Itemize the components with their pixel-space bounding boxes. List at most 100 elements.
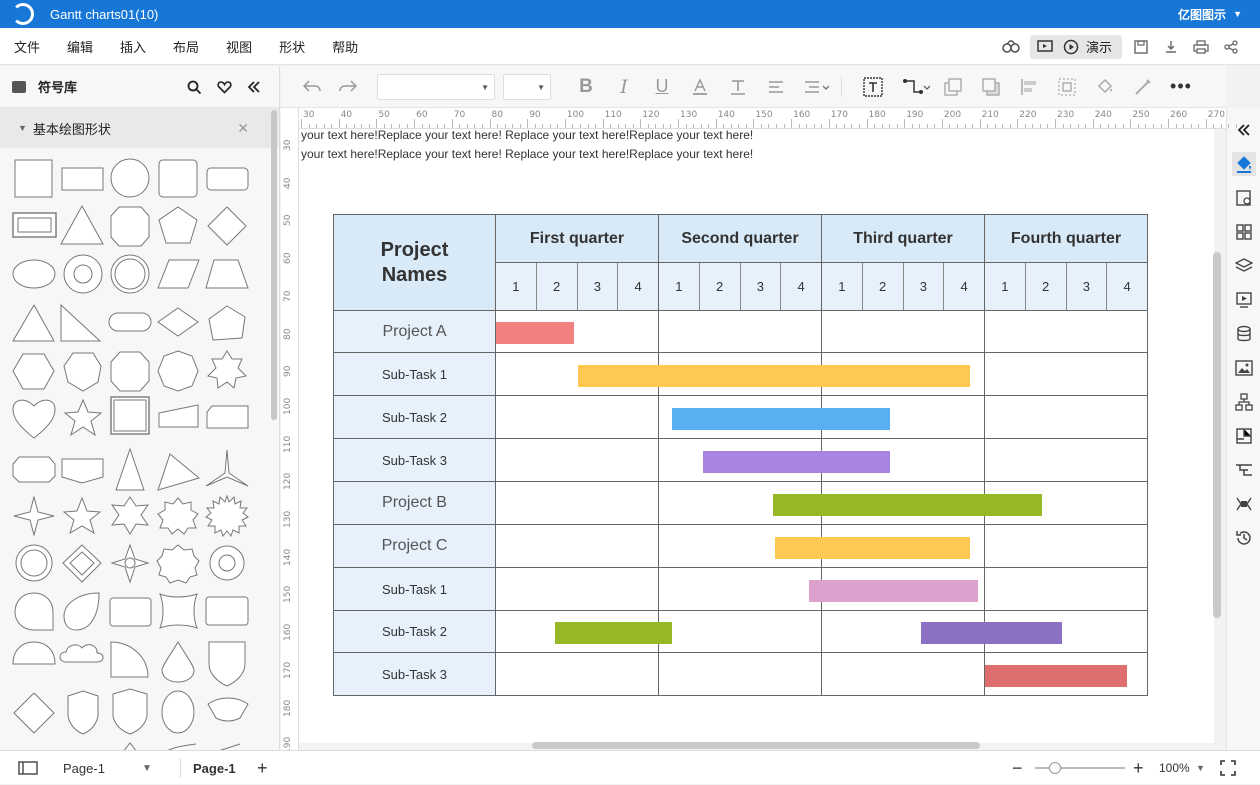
brand-menu[interactable]: 亿图图示 [1178,6,1226,23]
ruler-minor-tick [368,124,370,128]
fill-bucket-icon[interactable] [1090,72,1120,102]
shapes-grid[interactable] [10,156,260,750]
menu-shape[interactable]: 形状 [279,37,305,56]
menu-file[interactable]: 文件 [14,37,40,56]
symbols-icon[interactable] [1232,220,1256,244]
fullscreen-icon[interactable] [1220,751,1236,785]
page-select[interactable]: Page-1 [63,751,105,785]
text-block-line[interactable]: your text here!Replace your text here! R… [301,147,753,161]
presentation-icon[interactable] [1232,288,1256,312]
align-icon[interactable] [761,72,791,102]
history-icon[interactable] [1232,526,1256,550]
project-names-label: Project Names [380,238,449,286]
ruler-label: 180 [283,699,293,717]
gantt-bar[interactable] [985,664,1127,687]
text-box-icon[interactable] [858,72,888,102]
ruler-minor-tick [843,124,845,128]
image-icon[interactable] [1232,356,1256,380]
data-icon[interactable] [1232,322,1256,346]
play-circle-icon[interactable] [1060,36,1082,58]
chevron-down-icon[interactable]: ▼ [1196,751,1205,785]
vertical-scrollbar[interactable] [1213,252,1221,618]
week-header: 4 [618,263,659,311]
gantt-bar[interactable] [554,622,673,644]
panel-scrollbar[interactable] [271,110,277,420]
bold-icon[interactable]: B [571,72,601,102]
menu-layout[interactable]: 布局 [173,37,199,56]
chevron-down-icon[interactable]: ▼ [1233,9,1242,19]
underline-icon[interactable]: U [647,72,677,102]
send-back-icon[interactable] [976,72,1006,102]
bring-front-icon[interactable] [938,72,968,102]
text-format-icon[interactable] [723,72,753,102]
ruler-minor-tick [972,124,974,128]
font-size-select[interactable]: ▼ [503,73,551,100]
timeline-icon[interactable] [1232,458,1256,482]
close-icon[interactable]: ✕ [237,120,249,137]
gantt-bar[interactable] [808,579,979,602]
line-spacing-icon[interactable] [799,72,835,102]
share-icon[interactable] [1220,36,1242,58]
gantt-bar[interactable] [774,536,971,559]
save-icon[interactable] [1130,36,1152,58]
group-icon[interactable] [1052,72,1082,102]
layers-icon[interactable] [1232,254,1256,278]
menu-edit[interactable]: 编辑 [67,37,93,56]
mind-map-icon[interactable] [1232,492,1256,516]
search-icon[interactable] [183,76,205,98]
ruler-label: 100 [283,397,293,415]
collaborate-icon[interactable] [1000,36,1022,58]
slideshow-icon[interactable] [1034,36,1056,58]
gantt-bar[interactable] [703,450,891,473]
zoom-in-icon[interactable]: + [1133,751,1144,785]
gantt-bar[interactable] [773,493,1043,516]
ruler-tick [451,119,453,128]
zoom-slider[interactable] [1035,751,1125,785]
menu-help[interactable]: 帮助 [332,37,358,56]
page-setup-icon[interactable] [1232,186,1256,210]
add-page-icon[interactable]: + [257,751,268,785]
font-color-icon[interactable] [685,72,715,102]
present-button[interactable]: 演示 [1086,37,1112,56]
heart-icon[interactable] [213,76,235,98]
page-panel-icon[interactable] [18,751,38,785]
gantt-bar[interactable] [577,364,971,387]
collapse-right-icon[interactable] [1232,118,1256,142]
gantt-bar[interactable] [921,622,1062,644]
undo-icon[interactable] [297,72,327,102]
print-icon[interactable] [1190,36,1212,58]
more-icon[interactable]: ••• [1166,72,1196,102]
connector-icon[interactable] [898,72,934,102]
page-tab[interactable]: Page-1 [193,751,236,785]
zoom-out-icon[interactable]: − [1012,751,1023,785]
menu-insert[interactable]: 插入 [120,37,146,56]
gantt-bar[interactable] [672,407,891,430]
org-chart-icon[interactable] [1232,390,1256,414]
collapse-left-icon[interactable] [243,76,265,98]
redo-icon[interactable] [333,72,363,102]
basic-shapes-section[interactable]: ▼ 基本绘图形状 ✕ [0,108,279,148]
caret-down-icon[interactable]: ▼ [18,123,27,133]
font-family-select[interactable]: ▼ [377,73,495,100]
download-icon[interactable] [1160,36,1182,58]
ruler-label: 90 [283,365,293,378]
gantt-chart[interactable]: Project Names First quarter 1 2 3 4 Second qu… [333,214,1148,697]
ruler-minor-tick [1062,124,1064,128]
italic-icon[interactable]: I [609,72,639,102]
ruler-label: 210 [981,110,999,120]
week-header: 2 [1025,263,1067,311]
gantt-bar[interactable] [496,322,575,344]
chevron-down-icon[interactable]: ▼ [142,751,152,785]
right-sidebar [1226,108,1260,750]
floor-plan-icon[interactable] [1232,424,1256,448]
ruler-minor-tick [1115,124,1117,128]
line-color-icon[interactable] [1128,72,1158,102]
paint-bucket-icon[interactable] [1232,152,1256,176]
text-block-line[interactable]: your text here!Replace your text here! R… [301,129,753,142]
zoom-level[interactable]: 100% [1159,751,1190,785]
menu-view[interactable]: 视图 [226,37,252,56]
horizontal-scrollbar[interactable] [532,742,980,749]
align-shapes-icon[interactable] [1014,72,1044,102]
ruler-minor-tick [1024,124,1026,128]
ruler-tick [828,119,830,128]
